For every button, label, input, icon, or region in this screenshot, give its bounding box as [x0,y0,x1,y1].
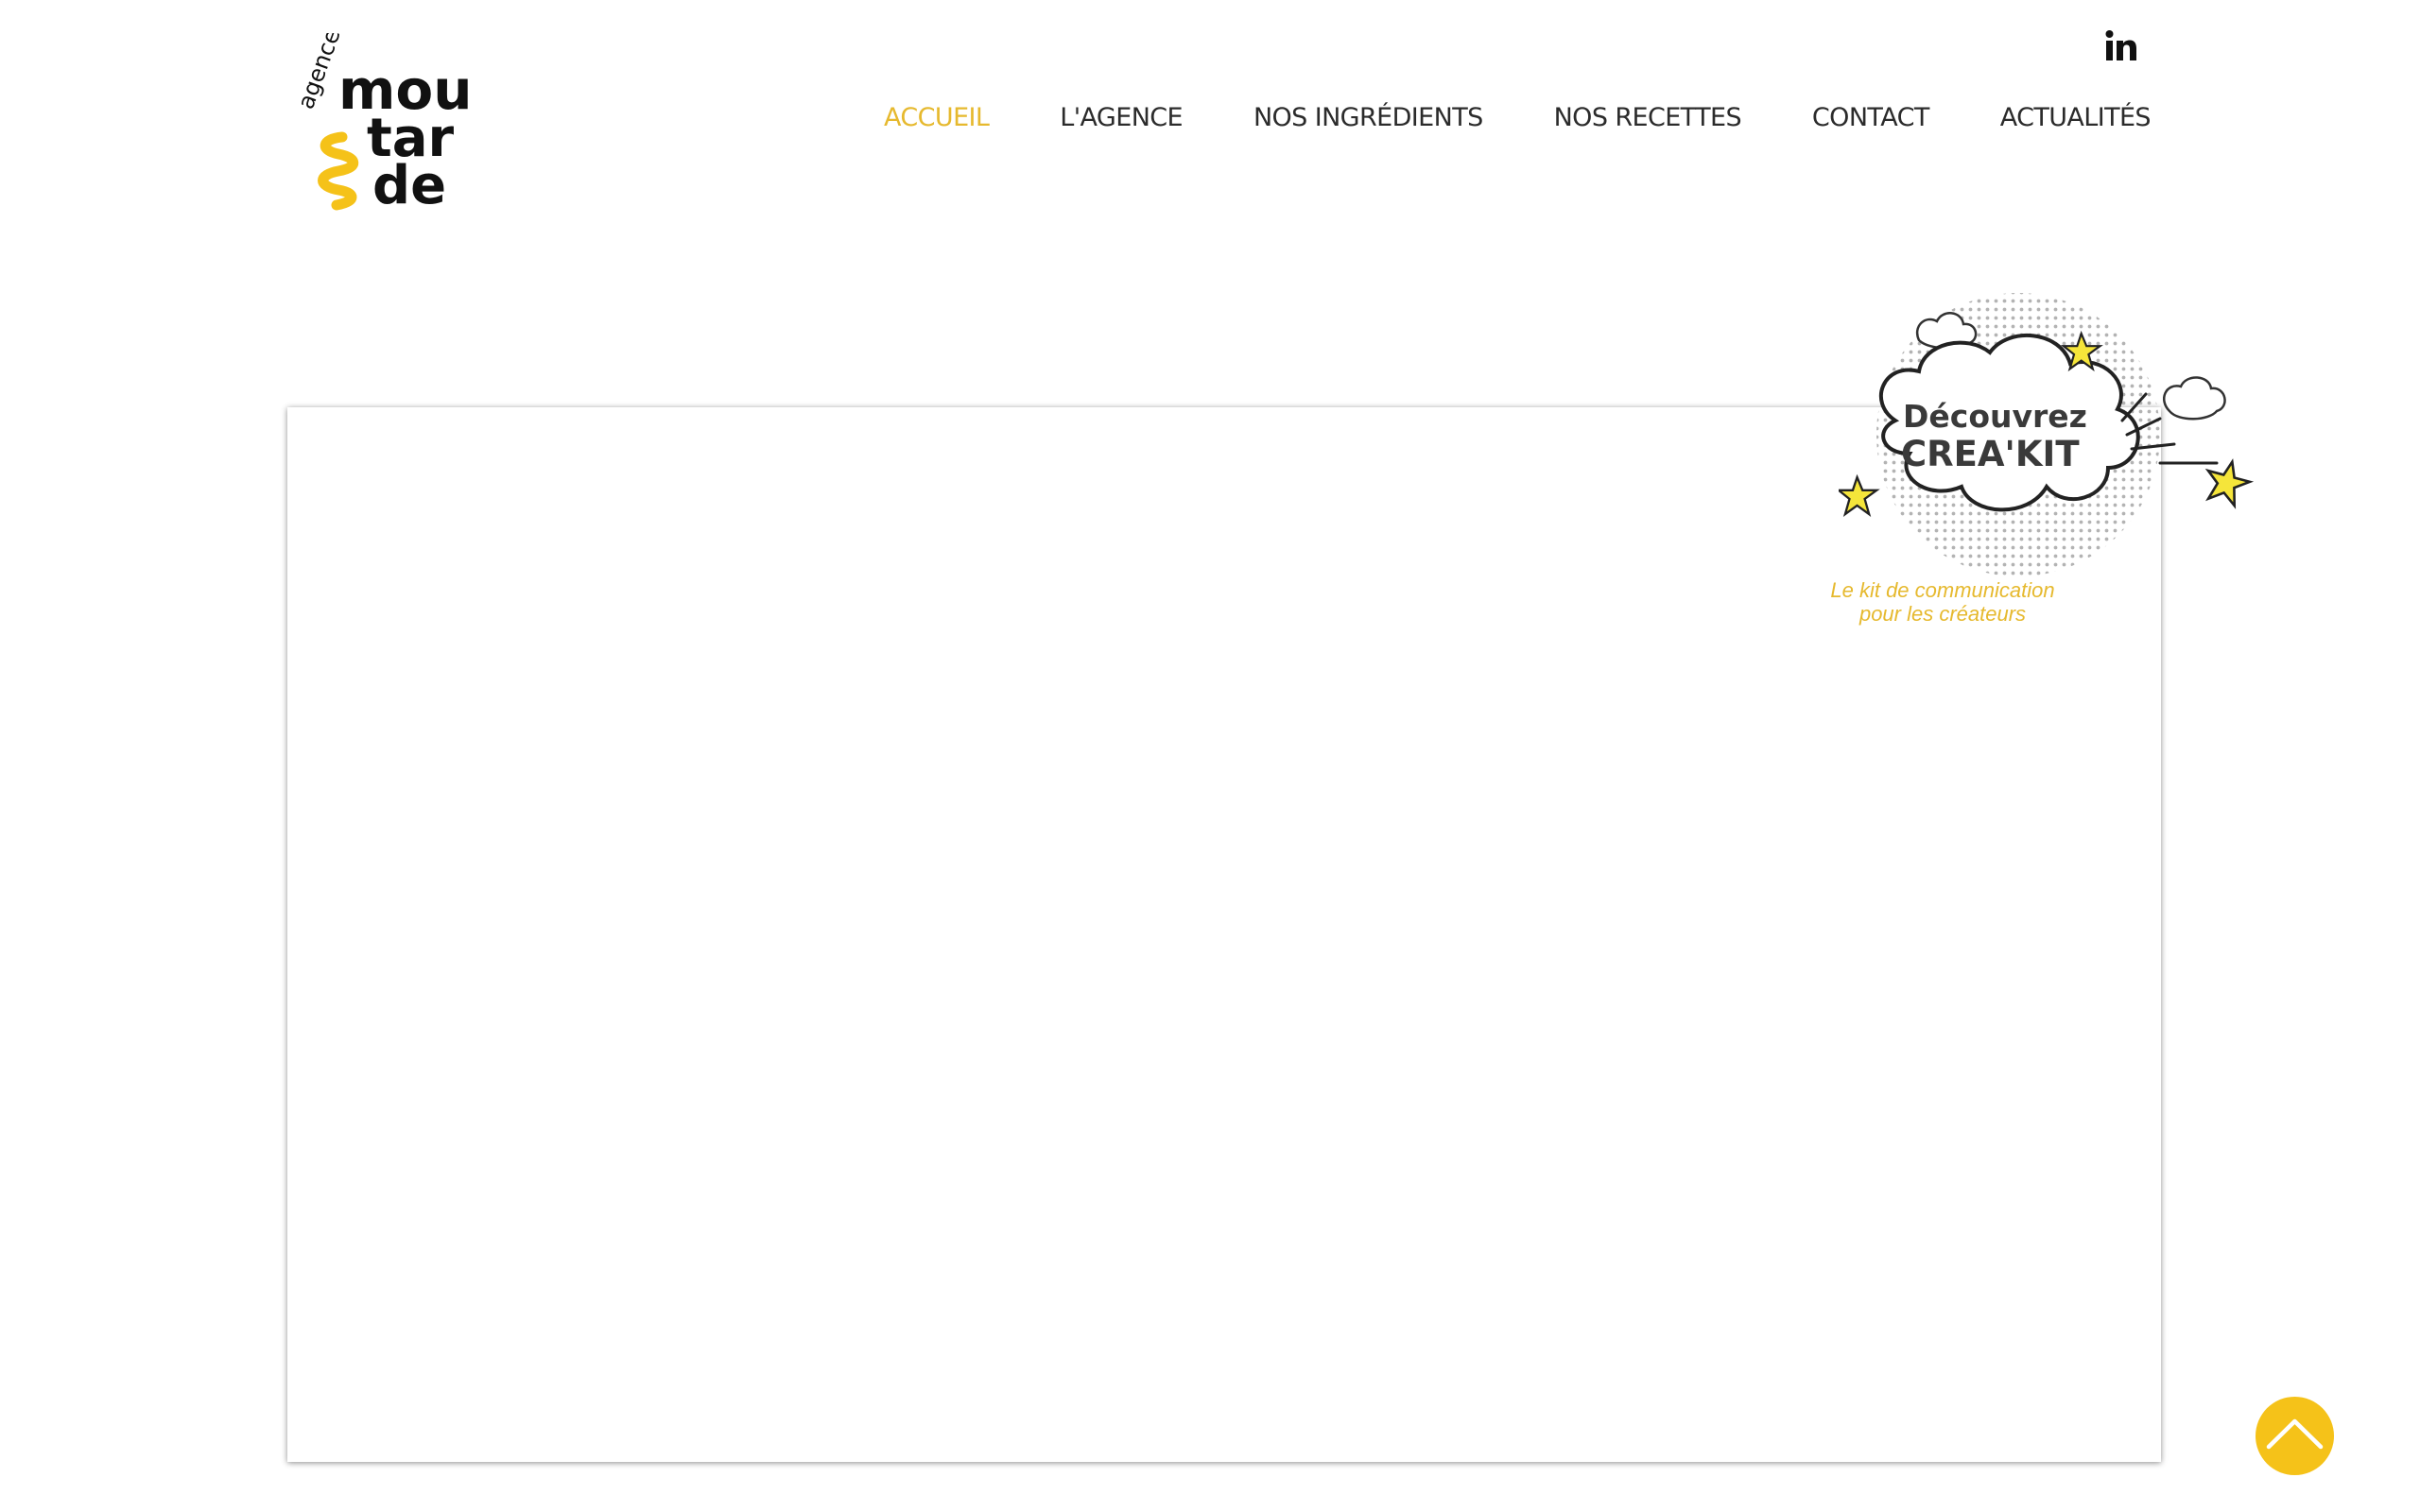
linkedin-icon[interactable] [2104,28,2138,62]
star-left [1839,473,1880,517]
caption-line2: pour les créateurs [1858,602,2027,626]
creakit-caption: Le kit de communication pour les créateu… [1801,578,2084,626]
main-navigation: ACCUEIL L'AGENCE NOS INGRÉDIENTS NOS REC… [884,98,2152,136]
promo-title-line1: Découvrez [1903,398,2087,435]
logo-squiggle [318,131,359,211]
promo-title-line2: CREA'KIT [1901,434,2080,474]
nav-item-recettes[interactable]: NOS RECETTES [1554,103,1742,132]
scroll-to-top-button[interactable] [2256,1397,2334,1475]
logo-line3: de [372,155,446,216]
chevron-up-icon [2266,1418,2324,1450]
nav-item-ingredients[interactable]: NOS INGRÉDIENTS [1253,103,1483,132]
nav-item-contact[interactable]: CONTACT [1812,103,1929,132]
nav-item-agence[interactable]: L'AGENCE [1060,103,1183,132]
nav-item-actualites[interactable]: ACTUALITÉS [2000,103,2152,132]
agence-moutarde-logo[interactable]: agence mou tar de [284,33,501,227]
nav-item-accueil[interactable]: ACCUEIL [884,103,990,132]
creakit-promo-badge[interactable]: Découvrez CREA'KIT [1839,288,2255,591]
caption-line1: Le kit de communication [1830,578,2055,602]
small-cloud-right [2163,376,2226,421]
